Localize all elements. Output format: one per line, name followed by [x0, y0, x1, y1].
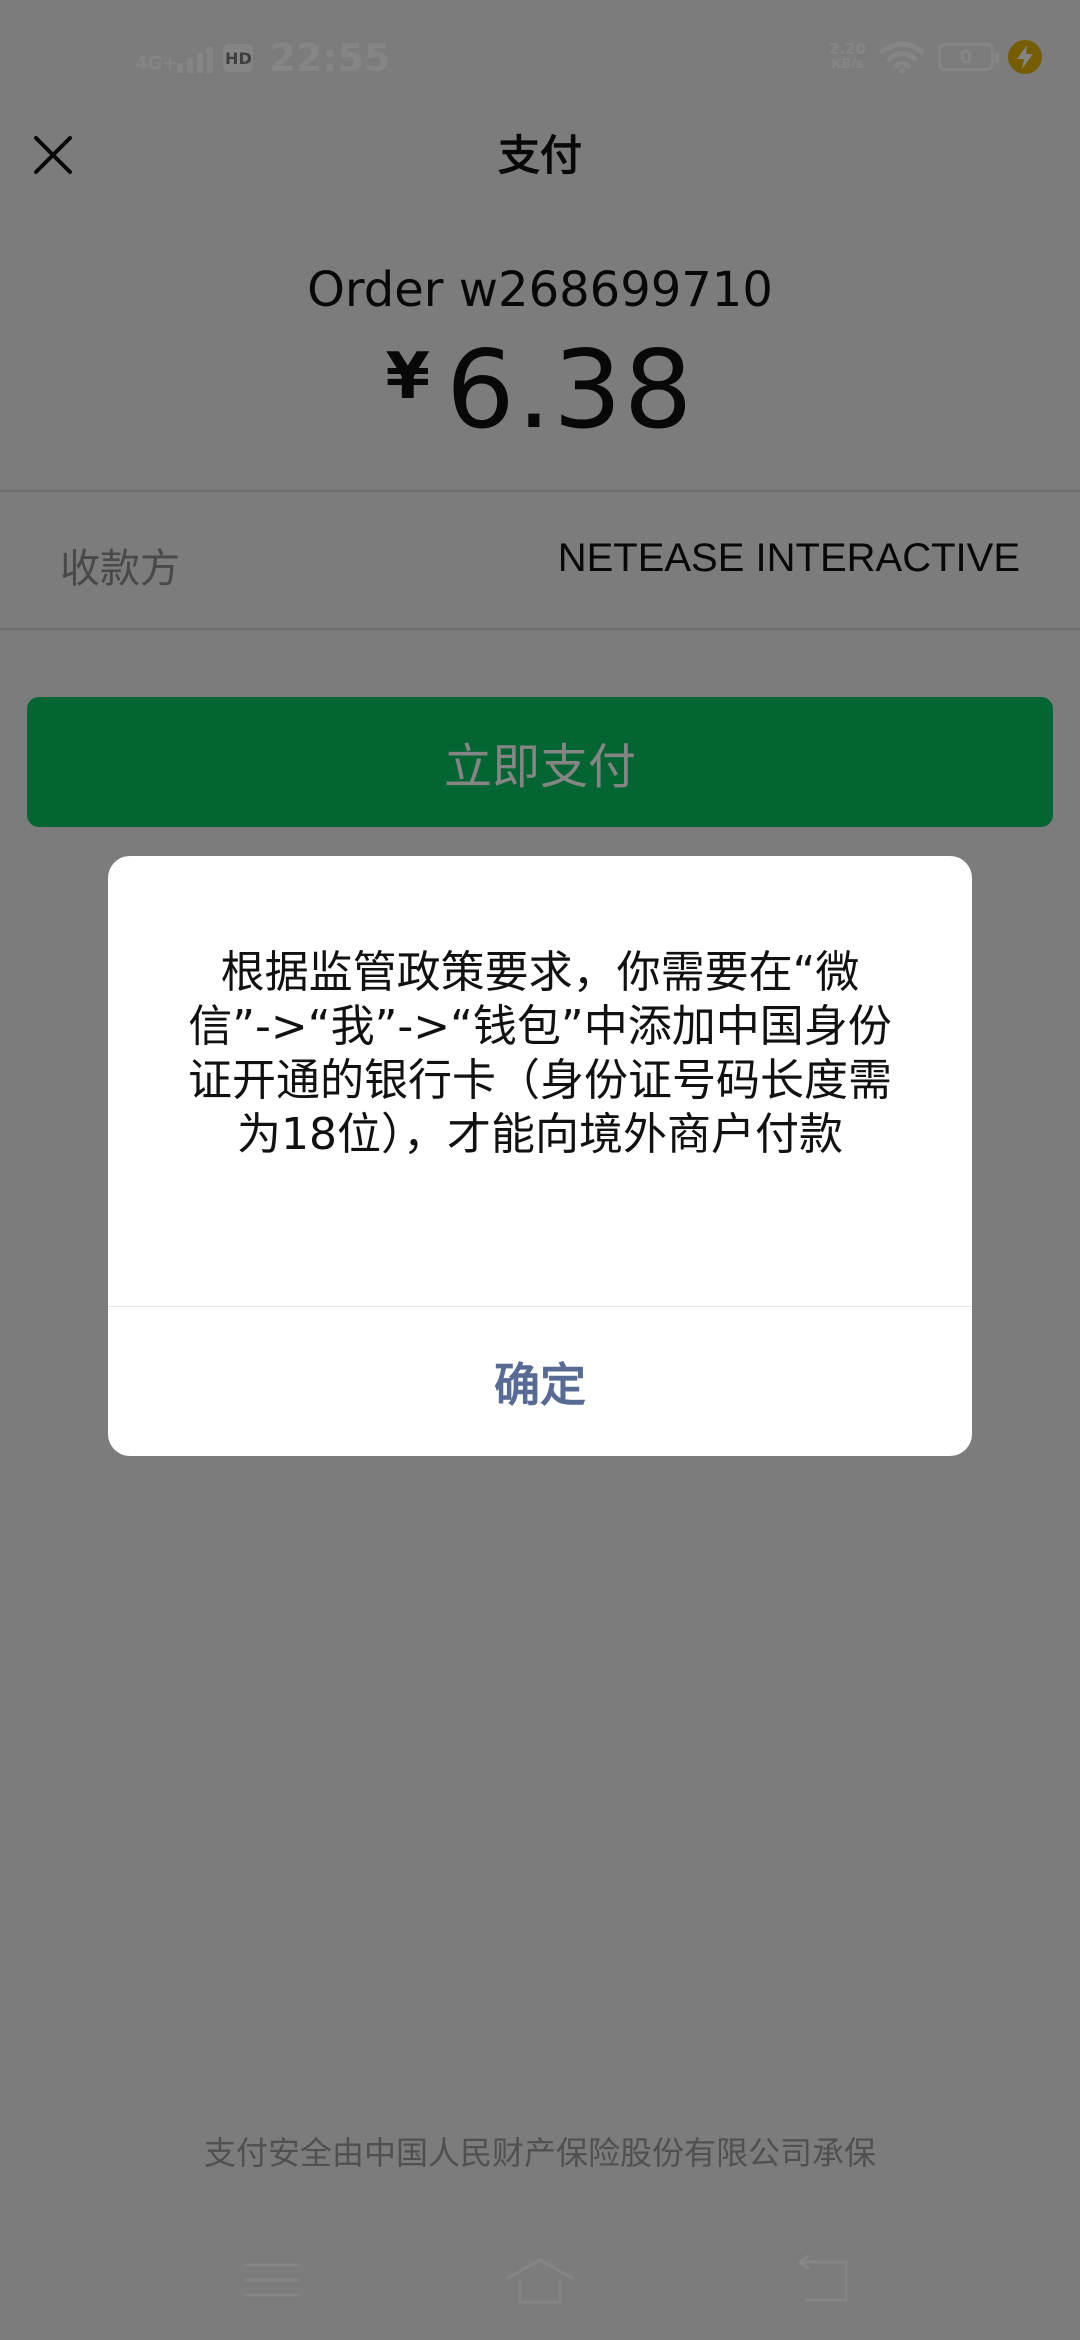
alert-dialog: 根据监管政策要求，你需要在“微信”->“我”->“钱包”中添加中国身份证开通的银…: [108, 856, 972, 1456]
confirm-button[interactable]: 确定: [108, 1307, 972, 1456]
dialog-message: 根据监管政策要求，你需要在“微信”->“我”->“钱包”中添加中国身份证开通的银…: [188, 947, 892, 1160]
